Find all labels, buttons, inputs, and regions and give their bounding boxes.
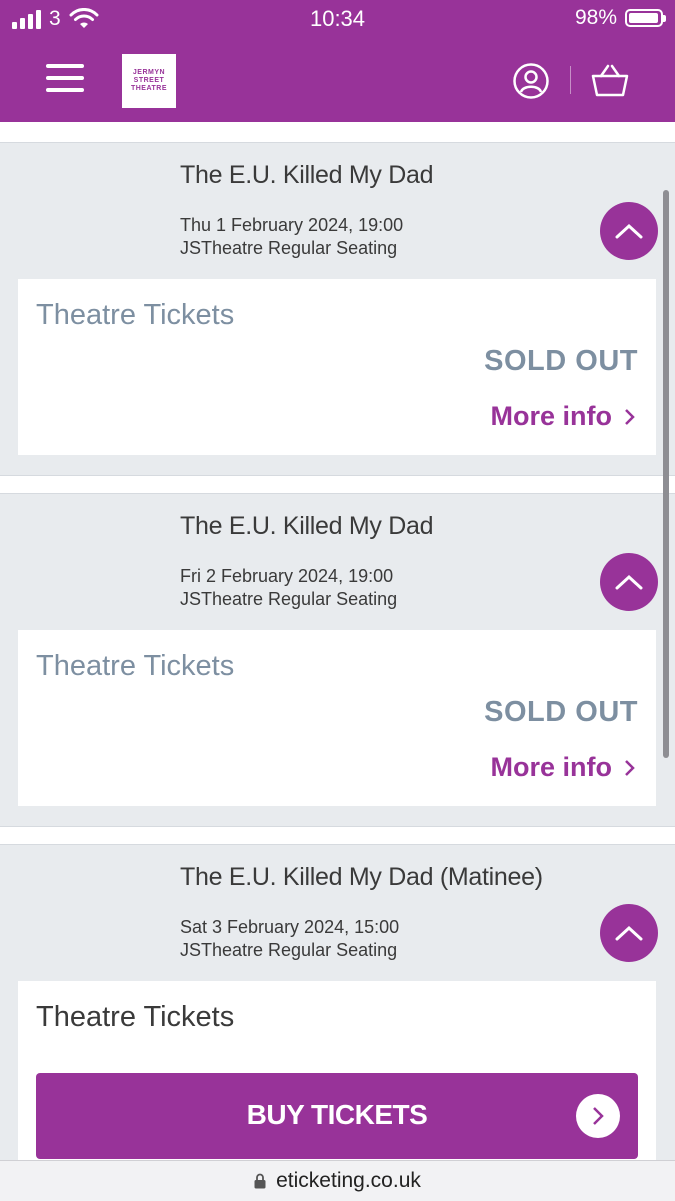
battery-icon: [625, 9, 666, 27]
performance-date: Fri 2 February 2024, 19:00: [180, 566, 394, 586]
lock-icon: [254, 1173, 266, 1189]
chevron-up-icon: [615, 925, 643, 941]
more-info-label: More info: [490, 401, 613, 431]
app-header: 3 10:34 98% JERMYN STREET THEATRE: [0, 0, 675, 122]
logo-text: JERMYN STREET THEATRE: [130, 69, 168, 92]
chevron-up-icon: [615, 574, 643, 590]
sold-out-label: SOLD OUT: [484, 345, 638, 377]
performance-date: Sat 3 February 2024, 15:00: [180, 917, 400, 937]
theatre-logo[interactable]: JERMYN STREET THEATRE: [122, 54, 176, 108]
performance-date: Thu 1 February 2024, 19:00: [180, 215, 404, 235]
clock: 10:34: [309, 6, 366, 31]
account-icon[interactable]: [512, 62, 550, 100]
chevron-right-icon: [625, 759, 635, 776]
more-info-label: More info: [490, 752, 613, 782]
performance-seating: JSTheatre Regular Seating: [180, 940, 398, 960]
hamburger-menu-button[interactable]: [46, 64, 84, 96]
ticket-type-label: Theatre Tickets: [36, 1001, 235, 1033]
ticket-card: Theatre Tickets BUY TICKETS: [18, 981, 656, 1162]
performance-seating: JSTheatre Regular Seating: [180, 589, 398, 609]
ticket-card: Theatre Tickets SOLD OUT More info: [18, 279, 656, 455]
chevron-right-icon: [625, 408, 635, 425]
battery-percent: 98%: [574, 6, 617, 29]
status-bar: 3 10:34 98%: [0, 0, 675, 40]
performance-seating: JSTheatre Regular Seating: [180, 238, 398, 258]
buy-tickets-label: BUY TICKETS: [246, 1099, 428, 1130]
ticket-type-label: Theatre Tickets: [36, 650, 235, 682]
more-info-link[interactable]: More info: [491, 401, 637, 432]
arrow-right-icon: [576, 1094, 620, 1138]
basket-icon[interactable]: [590, 62, 630, 100]
performance-item: The E.U. Killed My Dad Thu 1 February 20…: [0, 142, 675, 476]
browser-url-bar[interactable]: eticketing.co.uk: [0, 1160, 675, 1201]
ticket-card: Theatre Tickets SOLD OUT More info: [18, 630, 656, 806]
performance-item: The E.U. Killed My Dad (Matinee) Sat 3 F…: [0, 844, 675, 1162]
performance-title: The E.U. Killed My Dad: [180, 161, 434, 189]
url-text: eticketing.co.uk: [276, 1169, 421, 1192]
performance-list: The E.U. Killed My Dad Thu 1 February 20…: [0, 122, 675, 1162]
performance-title: The E.U. Killed My Dad: [180, 512, 434, 540]
performance-title: The E.U. Killed My Dad (Matinee): [180, 863, 543, 891]
header-divider: [570, 66, 571, 94]
sold-out-label: SOLD OUT: [484, 696, 638, 728]
buy-tickets-button[interactable]: BUY TICKETS: [36, 1073, 638, 1159]
collapse-button[interactable]: [600, 202, 658, 260]
performance-item: The E.U. Killed My Dad Fri 2 February 20…: [0, 493, 675, 827]
collapse-button[interactable]: [600, 904, 658, 962]
chevron-up-icon: [615, 223, 643, 239]
more-info-link[interactable]: More info: [491, 752, 637, 783]
ticket-type-label: Theatre Tickets: [36, 299, 235, 331]
collapse-button[interactable]: [600, 553, 658, 611]
scrollbar[interactable]: [663, 190, 669, 758]
battery-group: 98%: [574, 6, 666, 30]
